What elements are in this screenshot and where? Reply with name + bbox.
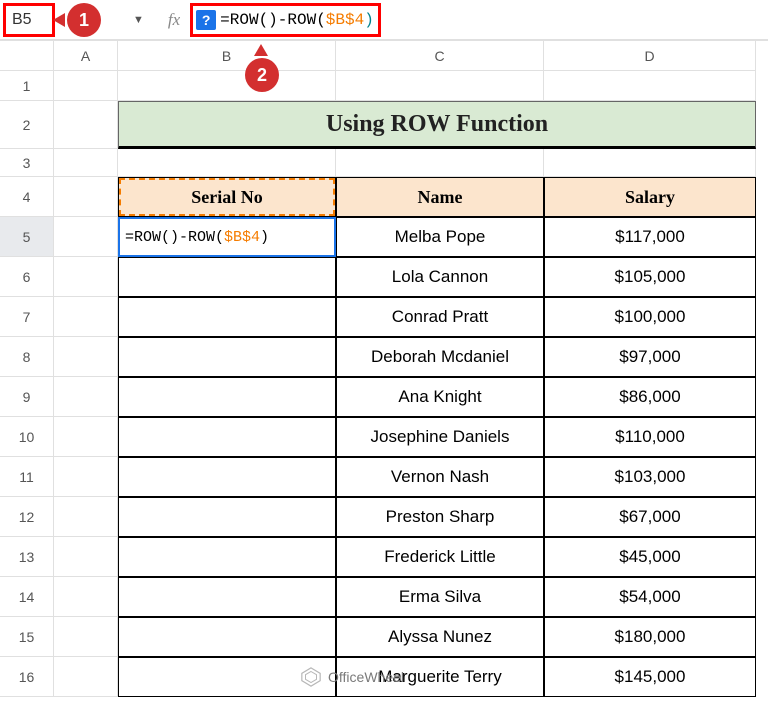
row-header-13[interactable]: 13: [0, 537, 54, 577]
cell-A12[interactable]: [54, 497, 118, 537]
row-header-1[interactable]: 1: [0, 71, 54, 101]
fx-icon[interactable]: fx: [168, 10, 180, 30]
cell-A14[interactable]: [54, 577, 118, 617]
cell-B9[interactable]: [118, 377, 336, 417]
row-header-5[interactable]: 5: [0, 217, 54, 257]
cell-C15[interactable]: Alyssa Nunez: [336, 617, 544, 657]
cell-D16[interactable]: $145,000: [544, 657, 756, 697]
cell-D13[interactable]: $45,000: [544, 537, 756, 577]
row-header-6[interactable]: 6: [0, 257, 54, 297]
formula-help-icon[interactable]: ?: [196, 10, 216, 30]
col-header-C[interactable]: C: [336, 41, 544, 71]
cell-B3[interactable]: [118, 149, 336, 177]
cell-C11[interactable]: Vernon Nash: [336, 457, 544, 497]
table-title[interactable]: Using ROW Function: [118, 101, 756, 149]
row-header-9[interactable]: 9: [0, 377, 54, 417]
cell-C1[interactable]: [336, 71, 544, 101]
cell-B15[interactable]: [118, 617, 336, 657]
name-box-dropdown-icon[interactable]: ▼: [133, 14, 144, 26]
cell-A11[interactable]: [54, 457, 118, 497]
row-header-14[interactable]: 14: [0, 577, 54, 617]
col-header-B[interactable]: B: [118, 41, 336, 71]
cell-C14[interactable]: Erma Silva: [336, 577, 544, 617]
cell-D12[interactable]: $67,000: [544, 497, 756, 537]
cell-C3[interactable]: [336, 149, 544, 177]
cell-b5-formula-text: =ROW()-ROW($B$4): [123, 229, 271, 246]
cell-C10[interactable]: Josephine Daniels: [336, 417, 544, 457]
cell-D8[interactable]: $97,000: [544, 337, 756, 377]
spreadsheet-grid[interactable]: A B C D 1 2 Using ROW Function 3 4 Seria…: [0, 40, 768, 697]
watermark-text: OfficeWheel: [328, 669, 404, 685]
select-all-corner[interactable]: [0, 41, 54, 71]
cell-D10[interactable]: $110,000: [544, 417, 756, 457]
row-header-7[interactable]: 7: [0, 297, 54, 337]
cell-D1[interactable]: [544, 71, 756, 101]
cell-B13[interactable]: [118, 537, 336, 577]
formula-text-suffix: ): [364, 11, 374, 29]
cell-A5[interactable]: [54, 217, 118, 257]
watermark: OfficeWheel: [300, 666, 404, 688]
cell-B8[interactable]: [118, 337, 336, 377]
cell-A6[interactable]: [54, 257, 118, 297]
cell-A10[interactable]: [54, 417, 118, 457]
cell-C7[interactable]: Conrad Pratt: [336, 297, 544, 337]
cell-D9[interactable]: $86,000: [544, 377, 756, 417]
row-header-10[interactable]: 10: [0, 417, 54, 457]
row-header-2[interactable]: 2: [0, 101, 54, 149]
cell-A8[interactable]: [54, 337, 118, 377]
row-header-12[interactable]: 12: [0, 497, 54, 537]
cell-A16[interactable]: [54, 657, 118, 697]
cell-C12[interactable]: Preston Sharp: [336, 497, 544, 537]
cell-C5[interactable]: Melba Pope: [336, 217, 544, 257]
cell-B7[interactable]: [118, 297, 336, 337]
row-header-3[interactable]: 3: [0, 149, 54, 177]
name-box[interactable]: B5: [3, 3, 55, 37]
header-name[interactable]: Name: [336, 177, 544, 217]
header-salary[interactable]: Salary: [544, 177, 756, 217]
row-header-11[interactable]: 11: [0, 457, 54, 497]
cell-A7[interactable]: [54, 297, 118, 337]
formula-text-prefix: =ROW()-ROW(: [220, 11, 326, 29]
cell-C13[interactable]: Frederick Little: [336, 537, 544, 577]
cell-D11[interactable]: $103,000: [544, 457, 756, 497]
cell-B6[interactable]: [118, 257, 336, 297]
header-serial-no-label: Serial No: [191, 187, 263, 208]
cell-B11[interactable]: [118, 457, 336, 497]
cell-D14[interactable]: $54,000: [544, 577, 756, 617]
cell-B14[interactable]: [118, 577, 336, 617]
cell-B5[interactable]: =ROW()-ROW($B$4): [118, 217, 336, 257]
cell-D3[interactable]: [544, 149, 756, 177]
cell-C6[interactable]: Lola Cannon: [336, 257, 544, 297]
row-header-15[interactable]: 15: [0, 617, 54, 657]
row-header-8[interactable]: 8: [0, 337, 54, 377]
cell-B12[interactable]: [118, 497, 336, 537]
formula-bar-row: B5 ▼ fx ? =ROW()-ROW($B$4): [0, 0, 768, 40]
cell-A3[interactable]: [54, 149, 118, 177]
cell-A2[interactable]: [54, 101, 118, 149]
callout-badge-2: 2: [241, 54, 283, 96]
cell-A4[interactable]: [54, 177, 118, 217]
callout-badge-1: 1: [63, 0, 105, 41]
col-header-A[interactable]: A: [54, 41, 118, 71]
cell-B1[interactable]: [118, 71, 336, 101]
cell-B10[interactable]: [118, 417, 336, 457]
col-header-D[interactable]: D: [544, 41, 756, 71]
cell-A13[interactable]: [54, 537, 118, 577]
formula-text-ref: $B$4: [326, 11, 364, 29]
header-serial-no[interactable]: Serial No: [118, 177, 336, 217]
cell-D7[interactable]: $100,000: [544, 297, 756, 337]
cell-D15[interactable]: $180,000: [544, 617, 756, 657]
cell-D5[interactable]: $117,000: [544, 217, 756, 257]
row-header-4[interactable]: 4: [0, 177, 54, 217]
cell-A9[interactable]: [54, 377, 118, 417]
cell-D6[interactable]: $105,000: [544, 257, 756, 297]
formula-input[interactable]: ? =ROW()-ROW($B$4): [190, 3, 381, 37]
cell-C8[interactable]: Deborah Mcdaniel: [336, 337, 544, 377]
cell-A15[interactable]: [54, 617, 118, 657]
row-header-16[interactable]: 16: [0, 657, 54, 697]
watermark-logo-icon: [300, 666, 322, 688]
cell-A1[interactable]: [54, 71, 118, 101]
cell-C9[interactable]: Ana Knight: [336, 377, 544, 417]
